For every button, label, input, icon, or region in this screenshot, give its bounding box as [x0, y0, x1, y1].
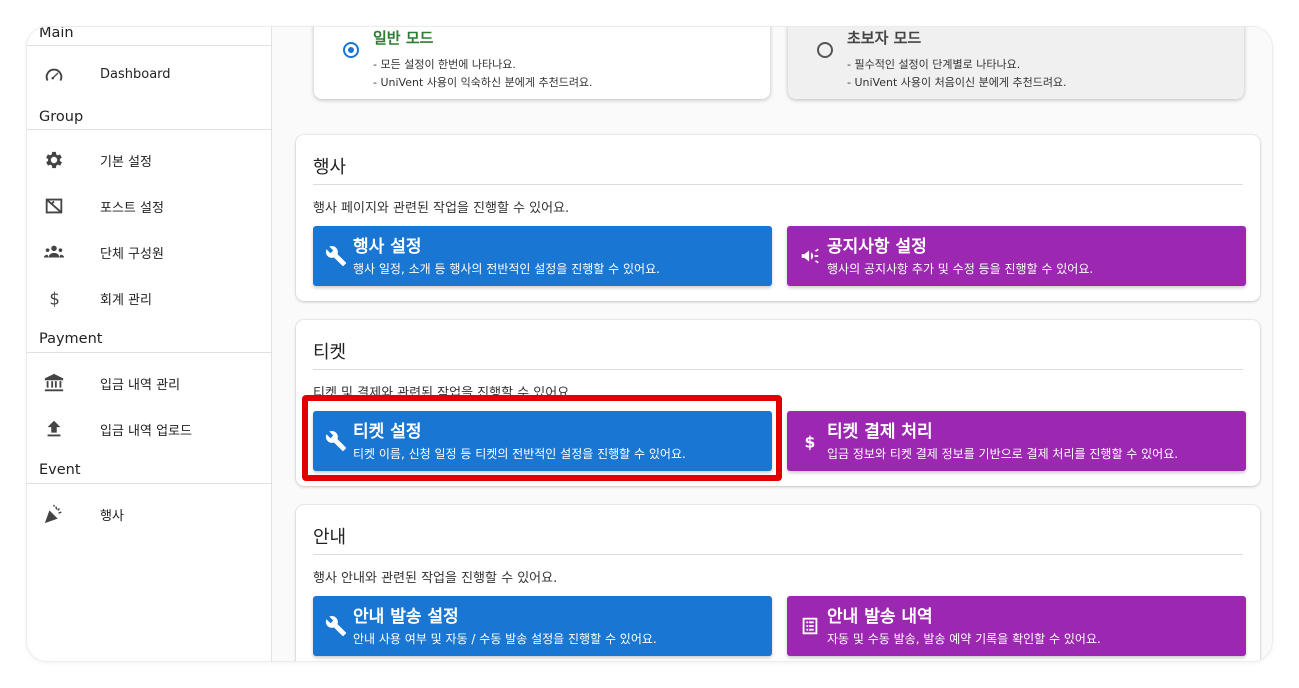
sidebar: Main Dashboard Group 기본 설정 포스트 설정 단체 구성원…	[27, 27, 272, 661]
guide-panel: 안내 행사 안내와 관련된 작업을 진행할 수 있어요. 안내 발송 설정 안내…	[296, 505, 1260, 661]
sidebar-item-label: 행사	[100, 509, 124, 524]
svg-text:$: $	[805, 433, 816, 451]
panel-description: 티켓 및 결제와 관련된 작업을 진행할 수 있어요.	[313, 386, 574, 401]
svg-text:$: $	[49, 289, 60, 308]
group-icon	[43, 241, 65, 263]
divider	[313, 184, 1243, 185]
divider	[313, 369, 1243, 370]
mode-desc-line: - 모든 설정이 한번에 나타나요.	[373, 58, 516, 71]
sidebar-item-members[interactable]: 단체 구성원	[27, 232, 271, 272]
list-alt-icon	[799, 615, 821, 637]
button-subtitle: 자동 및 수동 발송, 발송 예약 기록을 확인할 수 있어요.	[827, 632, 1101, 646]
divider	[27, 483, 271, 484]
ticket-payment-button[interactable]: $ 티켓 결제 처리 입금 정보와 티켓 결제 정보를 기반으로 결제 처리를 …	[787, 411, 1246, 471]
dollar-icon: $	[799, 430, 821, 452]
section-title-group: Group	[39, 109, 84, 125]
section-title-event: Event	[39, 462, 81, 478]
guide-send-settings-button[interactable]: 안내 발송 설정 안내 사용 여부 및 자동 / 수동 발송 설정을 진행할 수…	[313, 596, 772, 656]
event-settings-button[interactable]: 행사 설정 행사 일정, 소개 등 행사의 전반적인 설정을 진행할 수 있어요…	[313, 226, 772, 286]
sidebar-item-label: 입금 내역 관리	[100, 378, 181, 393]
speedometer-icon	[43, 65, 65, 87]
panel-title: 티켓	[313, 342, 347, 363]
button-subtitle: 입금 정보와 티켓 결제 정보를 기반으로 결제 처리를 진행할 수 있어요.	[827, 447, 1179, 461]
button-subtitle: 티켓 이름, 신청 일정 등 티켓의 전반적인 설정을 진행할 수 있어요.	[353, 447, 686, 461]
app-window: Main Dashboard Group 기본 설정 포스트 설정 단체 구성원…	[27, 27, 1272, 661]
sidebar-item-label: 기본 설정	[100, 155, 152, 170]
bank-icon	[43, 372, 65, 394]
button-title: 안내 발송 설정	[353, 607, 459, 627]
mode-desc-line: - 필수적인 설정이 단계별로 나타나요.	[847, 58, 1021, 71]
mode-card-normal[interactable]: 일반 모드 - 모든 설정이 한번에 나타나요. - UniVent 사용이 익…	[314, 27, 770, 99]
party-popper-icon	[43, 503, 65, 525]
button-title: 안내 발송 내역	[827, 607, 933, 627]
guide-send-history-button[interactable]: 안내 발송 내역 자동 및 수동 발송, 발송 예약 기록을 확인할 수 있어요…	[787, 596, 1246, 656]
sidebar-item-label: 포스트 설정	[100, 201, 164, 216]
radio-selected-icon[interactable]	[343, 42, 359, 58]
sidebar-item-post-settings[interactable]: 포스트 설정	[27, 186, 271, 226]
mode-card-beginner[interactable]: 초보자 모드 - 필수적인 설정이 단계별로 나타나요. - UniVent 사…	[788, 27, 1244, 99]
sidebar-item-events[interactable]: 행사	[27, 494, 271, 534]
radio-unselected-icon[interactable]	[817, 42, 833, 58]
sidebar-item-basic-settings[interactable]: 기본 설정	[27, 140, 271, 180]
sidebar-item-accounting[interactable]: $ 회계 관리	[27, 278, 271, 318]
sidebar-item-label: Dashboard	[100, 67, 171, 82]
wrench-icon	[325, 245, 347, 267]
button-subtitle: 행사 일정, 소개 등 행사의 전반적인 설정을 진행할 수 있어요.	[353, 262, 660, 276]
wrench-icon	[325, 615, 347, 637]
wrench-icon	[325, 430, 347, 452]
divider	[27, 352, 271, 353]
event-panel: 행사 행사 페이지와 관련된 작업을 진행할 수 있어요. 행사 설정 행사 일…	[296, 135, 1260, 301]
upload-icon	[43, 418, 65, 440]
megaphone-icon	[799, 245, 821, 267]
section-title-main: Main	[39, 27, 74, 41]
button-title: 공지사항 설정	[827, 237, 927, 257]
panel-description: 행사 안내와 관련된 작업을 진행할 수 있어요.	[313, 571, 558, 586]
dollar-icon: $	[43, 287, 65, 309]
panel-title: 안내	[313, 527, 347, 548]
mode-desc-line: - UniVent 사용이 처음이신 분에게 추천드려요.	[847, 76, 1067, 89]
divider	[27, 45, 271, 46]
notice-settings-button[interactable]: 공지사항 설정 행사의 공지사항 추가 및 수정 등을 진행할 수 있어요.	[787, 226, 1246, 286]
sidebar-item-label: 입금 내역 업로드	[100, 424, 192, 439]
main-content: 일반 모드 - 모든 설정이 한번에 나타나요. - UniVent 사용이 익…	[272, 27, 1272, 661]
ticket-settings-button[interactable]: 티켓 설정 티켓 이름, 신청 일정 등 티켓의 전반적인 설정을 진행할 수 …	[313, 411, 772, 471]
mode-title: 초보자 모드	[847, 29, 922, 47]
button-subtitle: 행사의 공지사항 추가 및 수정 등을 진행할 수 있어요.	[827, 262, 1094, 276]
post-icon	[43, 195, 65, 217]
section-title-payment: Payment	[39, 331, 103, 347]
divider	[313, 554, 1243, 555]
button-subtitle: 안내 사용 여부 및 자동 / 수동 발송 설정을 진행할 수 있어요.	[353, 632, 657, 646]
mode-desc-line: - UniVent 사용이 익숙하신 분에게 추천드려요.	[373, 76, 593, 89]
button-title: 행사 설정	[353, 237, 422, 257]
sidebar-item-dashboard[interactable]: Dashboard	[27, 56, 271, 96]
mode-panel: 일반 모드 - 모든 설정이 한번에 나타나요. - UniVent 사용이 익…	[296, 27, 1260, 114]
sidebar-item-label: 단체 구성원	[100, 247, 164, 262]
sidebar-item-deposit-manage[interactable]: 입금 내역 관리	[27, 363, 271, 403]
divider	[27, 129, 271, 130]
panel-title: 행사	[313, 157, 347, 178]
mode-title: 일반 모드	[373, 29, 434, 47]
button-title: 티켓 결제 처리	[827, 422, 933, 442]
gear-icon	[43, 149, 65, 171]
sidebar-item-label: 회계 관리	[100, 293, 152, 308]
sidebar-item-deposit-upload[interactable]: 입금 내역 업로드	[27, 409, 271, 449]
ticket-panel: 티켓 티켓 및 결제와 관련된 작업을 진행할 수 있어요. 티켓 설정 티켓 …	[296, 320, 1260, 486]
button-title: 티켓 설정	[353, 422, 422, 442]
panel-description: 행사 페이지와 관련된 작업을 진행할 수 있어요.	[313, 201, 570, 216]
